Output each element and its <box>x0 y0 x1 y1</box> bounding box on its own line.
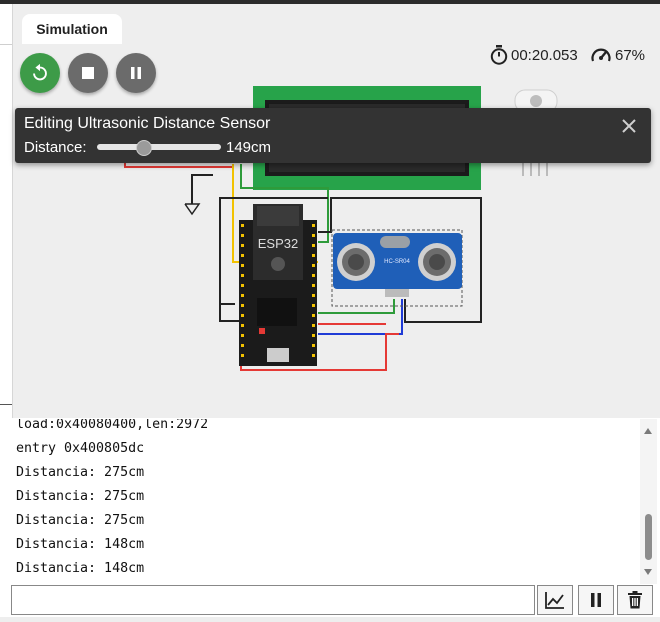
tab-simulation[interactable]: Simulation <box>22 14 122 44</box>
stop-button[interactable] <box>68 53 108 93</box>
left-panel-edge <box>0 4 13 418</box>
console-line: load:0x40080400,len:2972 <box>16 419 209 432</box>
pause-icon <box>591 593 601 607</box>
speed-value: 67% <box>615 46 646 64</box>
pause-button[interactable] <box>116 53 156 93</box>
clear-output-button[interactable] <box>617 585 653 615</box>
distance-value: 149cm <box>226 139 272 156</box>
console-lines: load:0x40080400,len:2972 entry 0x400805dc… <box>12 419 208 581</box>
console-line: entry 0x400805dc <box>16 441 145 456</box>
sensor-edit-popup: Editing Ultrasonic Distance Sensor Dista… <box>15 108 651 163</box>
slider-handle[interactable] <box>135 140 152 156</box>
esp32-label: ESP32 <box>258 236 298 251</box>
trash-icon <box>628 591 642 609</box>
sensor-label: HC-SR04 <box>384 259 410 265</box>
stopwatch-icon <box>490 45 508 65</box>
popup-title: Editing Ultrasonic Distance Sensor <box>24 115 271 132</box>
serial-monitor: load:0x40080400,len:2972 entry 0x400805dc… <box>12 419 640 584</box>
restart-icon <box>33 63 47 81</box>
scroll-down-icon[interactable] <box>644 569 652 575</box>
pause-output-button[interactable] <box>578 585 614 615</box>
console-line: Distancia: 275cm <box>16 465 145 480</box>
scroll-up-icon[interactable] <box>644 428 652 434</box>
console-line: Distancia: 275cm <box>16 489 145 504</box>
distance-label: Distance: <box>24 139 87 156</box>
bottom-edge <box>0 617 660 622</box>
pause-icon <box>131 67 141 79</box>
sim-timer: 00:20.053 <box>490 45 578 65</box>
tab-label: Simulation <box>36 21 108 37</box>
ultrasonic-sensor[interactable]: HC-SR04 <box>331 229 463 307</box>
sim-speed: 67% <box>590 45 645 65</box>
console-line: Distancia: 148cm <box>16 561 145 576</box>
console-line: Distancia: 275cm <box>16 513 145 528</box>
timer-value: 00:20.053 <box>511 46 578 64</box>
chart-icon <box>545 592 564 609</box>
esp32-board[interactable]: ESP32 <box>239 204 317 366</box>
console-scrollbar[interactable] <box>640 419 657 584</box>
plotter-button[interactable] <box>537 585 573 615</box>
circuit-diagram: ESP32 HC-SR04 <box>124 86 558 371</box>
stop-icon <box>82 67 94 79</box>
console-line: Distancia: 148cm <box>16 537 145 552</box>
serial-input[interactable] <box>11 585 535 615</box>
distance-slider[interactable] <box>97 140 221 156</box>
close-icon[interactable] <box>619 116 639 136</box>
speedometer-icon <box>591 48 611 62</box>
restart-button[interactable] <box>20 53 60 93</box>
scrollbar-thumb[interactable] <box>645 514 652 560</box>
